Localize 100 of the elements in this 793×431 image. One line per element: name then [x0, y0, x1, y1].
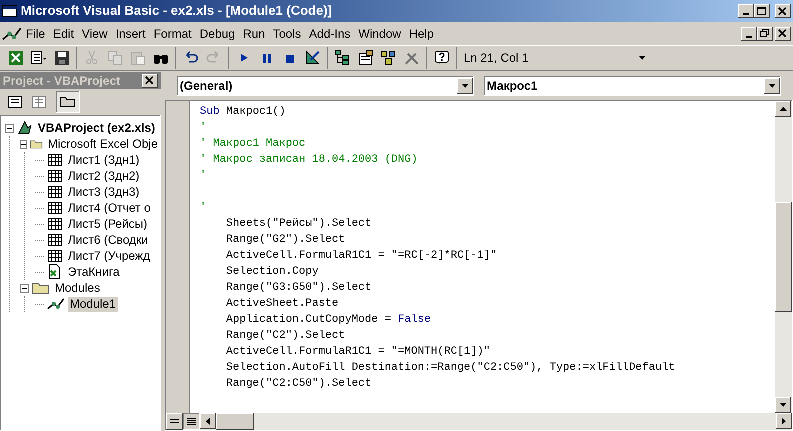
maximize-button[interactable]: [754, 4, 770, 18]
menu-item[interactable]: Add-Ins: [305, 24, 355, 42]
scroll-down-button[interactable]: [775, 397, 791, 413]
sheet-icon: [47, 185, 63, 199]
procedure-view-button[interactable]: [166, 413, 183, 430]
arrow-down-icon: [639, 56, 646, 60]
sheet-icon: [47, 217, 63, 231]
module-icon: [2, 26, 22, 42]
code-text: Range("C2").Select: [225, 329, 346, 344]
sheet-icon: [47, 233, 63, 247]
code-text: ActiveSheet.Paste: [225, 297, 339, 312]
minus-icon: [21, 142, 26, 146]
code-text: ActiveCell.FormulaR1C1 = "=RC[-2]*RC[-1]": [225, 249, 498, 264]
lines-icon: [170, 419, 179, 424]
code-comment: ': [200, 201, 207, 216]
arrow-left-icon: [206, 418, 210, 424]
close-button[interactable]: [142, 74, 158, 88]
menu-item[interactable]: Window: [354, 24, 406, 42]
minimize-button[interactable]: [741, 26, 757, 40]
expander-toggle[interactable]: [20, 284, 29, 292]
arrow-right-icon: [782, 418, 786, 424]
workbook-icon: [47, 264, 63, 280]
minimize-icon: [746, 36, 752, 38]
sheet-icon: [47, 169, 63, 183]
arrow-down-icon: [780, 403, 786, 407]
code-text: Range("G2").Select: [225, 233, 346, 248]
procedure-dropdown[interactable]: Макрос1: [484, 76, 781, 96]
arrow-up-icon: [780, 107, 786, 111]
scroll-thumb[interactable]: [775, 202, 792, 312]
arrow-down-icon: [462, 84, 468, 88]
menu-item[interactable]: Help: [405, 24, 438, 42]
folder-icon: [60, 96, 76, 108]
menu-item[interactable]: Tools: [269, 24, 306, 42]
menu-item[interactable]: File: [22, 24, 50, 42]
code-text: Range("G3:G50").Select: [225, 281, 372, 296]
expander-toggle[interactable]: [20, 140, 28, 148]
code-keyword: False: [398, 313, 432, 328]
tree-item[interactable]: Лист2 (Здн2): [66, 168, 142, 184]
code-text: Макрос1(): [225, 105, 286, 120]
tree-item[interactable]: Microsoft Excel Obje: [46, 136, 160, 152]
menu-item[interactable]: Edit: [49, 24, 78, 42]
panel-title: Project - VBAProject: [3, 72, 122, 90]
full-module-view-button[interactable]: [183, 413, 200, 430]
tree-item[interactable]: Modules: [53, 280, 102, 296]
tree-item[interactable]: VBAProject (ex2.xls): [36, 120, 158, 136]
code-text: Sheets("Рейсы").Select: [225, 217, 372, 232]
menu-item[interactable]: Insert: [112, 24, 150, 42]
tree-item[interactable]: Лист5 (Рейсы): [66, 216, 150, 232]
code-text: Selection.AutoFill Destination:=Range("C2:C50"), Type:=xlFillDefault: [225, 361, 676, 376]
dropdown-button[interactable]: [457, 78, 473, 94]
object-dropdown[interactable]: (General): [177, 76, 474, 96]
menu-item[interactable]: View: [78, 24, 112, 42]
menu-item[interactable]: Debug: [196, 24, 240, 42]
code-text: ActiveCell.FormulaR1C1 = "=MONTH(RC[1])": [225, 345, 490, 360]
code-keyword: Sub: [200, 105, 220, 120]
restore-icon: [760, 29, 770, 38]
close-button[interactable]: [775, 4, 791, 18]
code-text: Selection.Copy: [225, 265, 319, 280]
code-text: Range("C2:C50").Select: [225, 377, 372, 392]
menu-item[interactable]: Format: [150, 24, 196, 42]
tree-item[interactable]: Лист7 (Учрежд: [66, 248, 152, 264]
window-title: Microsoft Visual Basic - ex2.xls - [Module1 (Code)]: [21, 2, 334, 20]
tree-item[interactable]: Лист1 (Здн1): [66, 152, 142, 168]
tree-item[interactable]: Лист6 (Сводки: [66, 232, 150, 248]
arrow-down-icon: [768, 84, 776, 88]
folder-toggle-button[interactable]: [56, 91, 80, 113]
dropdown-button[interactable]: [764, 78, 780, 94]
code-editor[interactable]: [190, 101, 775, 413]
sheet-icon: [47, 153, 63, 167]
tree-item[interactable]: ЭтаКнига: [66, 264, 122, 280]
close-icon: [145, 76, 155, 85]
folder-icon: [32, 281, 50, 295]
menu-item[interactable]: Run: [239, 24, 270, 42]
position-field[interactable]: Ln 21, Col 1: [460, 48, 650, 68]
restore-button[interactable]: [757, 26, 773, 40]
tree-item[interactable]: Module1: [68, 296, 118, 312]
scroll-left-button[interactable]: [200, 413, 216, 429]
maximize-icon: [757, 6, 767, 16]
sheet-icon: [47, 201, 63, 215]
expander-toggle[interactable]: [5, 124, 14, 132]
code-comment: ' Макрос записан 18.04.2003 (DNG): [200, 153, 418, 168]
minimize-button[interactable]: [738, 4, 754, 18]
tree-item[interactable]: Лист4 (Отчет о: [66, 200, 153, 216]
close-button[interactable]: [775, 26, 791, 40]
sheet-icon: [47, 249, 63, 263]
scroll-up-button[interactable]: [775, 101, 791, 117]
close-icon: [778, 29, 788, 38]
lines-icon: [187, 418, 196, 425]
app-icon: [2, 3, 18, 19]
scroll-right-button[interactable]: [776, 413, 792, 429]
code-comment: ': [200, 121, 207, 136]
minus-icon: [7, 126, 12, 130]
minus-icon: [22, 286, 27, 290]
minimize-icon: [743, 13, 749, 15]
tree-item[interactable]: Лист3 (Здн3): [66, 184, 142, 200]
close-icon: [778, 6, 788, 16]
vertical-scrollbar[interactable]: [775, 101, 792, 413]
scroll-thumb[interactable]: [216, 413, 254, 430]
code-comment: ': [200, 169, 207, 184]
module-icon: [47, 297, 65, 311]
